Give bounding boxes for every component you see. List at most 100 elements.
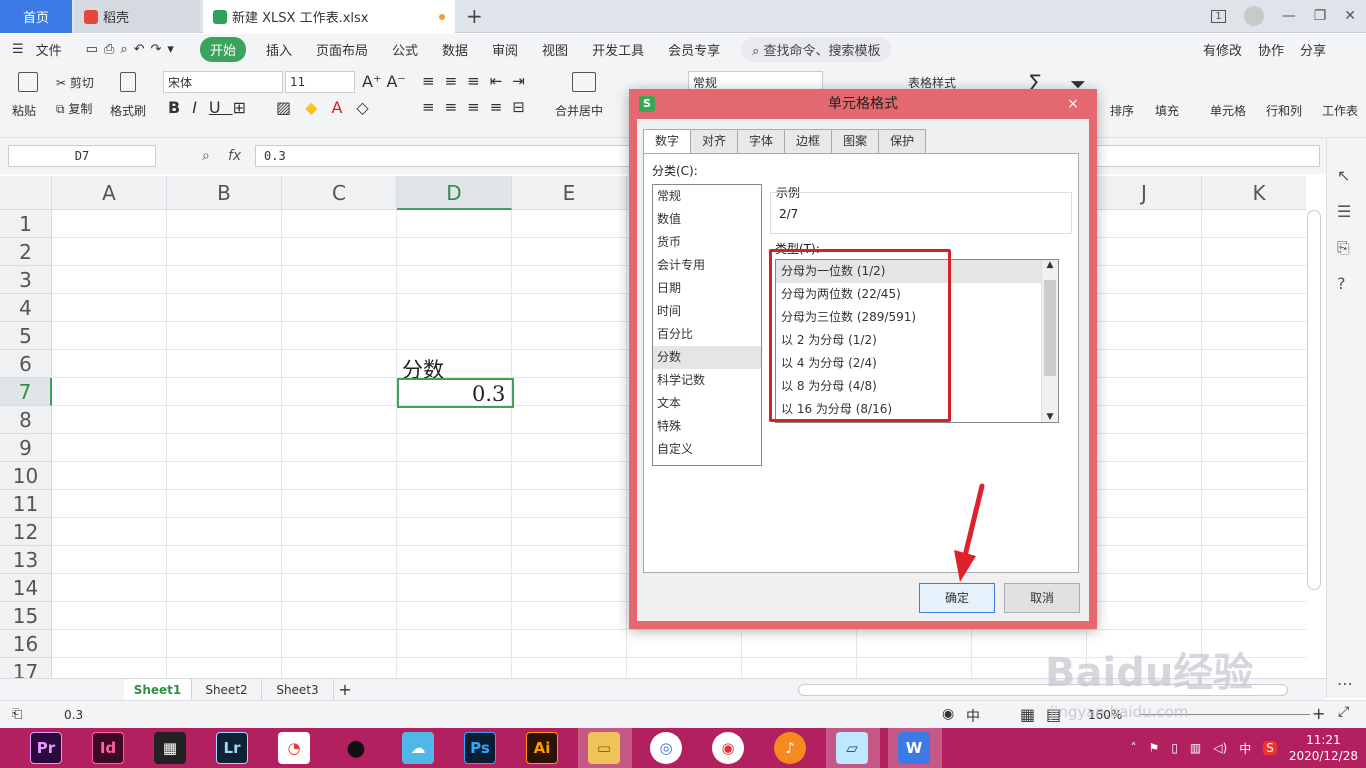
merge-center-button[interactable]: 合并居中 xyxy=(555,102,603,119)
row-header-2[interactable]: 2 xyxy=(0,238,52,266)
menu-formulas[interactable]: 公式 xyxy=(380,40,430,59)
row-header-11[interactable]: 11 xyxy=(0,490,52,518)
copy-button[interactable]: ⧉ 复制 xyxy=(56,100,92,117)
menu-data[interactable]: 数据 xyxy=(430,40,480,59)
menu-member[interactable]: 会员专享 xyxy=(656,40,732,59)
menu-insert[interactable]: 插入 xyxy=(254,40,304,59)
menu-review[interactable]: 审阅 xyxy=(480,40,530,59)
avatar-icon[interactable] xyxy=(1243,6,1264,26)
row-header-15[interactable]: 15 xyxy=(0,602,52,630)
hamburger-icon[interactable]: ☰ xyxy=(0,42,36,57)
fill-color-icons[interactable]: ▨◆A◇ xyxy=(276,98,383,117)
tab-alignment[interactable]: 对齐 xyxy=(690,129,739,153)
tab-font[interactable]: 字体 xyxy=(737,129,786,153)
font-style-icons[interactable]: BIU⊞ xyxy=(168,98,258,117)
tray-flag-icon[interactable]: ⚑ xyxy=(1149,741,1160,755)
menu-view[interactable]: 视图 xyxy=(530,40,580,59)
row-header-16[interactable]: 16 xyxy=(0,630,52,658)
type-list-scroll-thumb[interactable] xyxy=(1044,280,1056,376)
taskbar-lightroom[interactable]: Lr xyxy=(216,732,248,764)
taskbar-illustrator[interactable]: Ai xyxy=(526,732,558,764)
category-number[interactable]: 数值 xyxy=(653,208,761,231)
tray-volume-icon[interactable]: ◁) xyxy=(1213,741,1227,755)
category-time[interactable]: 时间 xyxy=(653,300,761,323)
add-sheet-button[interactable]: + xyxy=(336,679,354,701)
page-count-icon[interactable]: 1 xyxy=(1211,9,1226,23)
taskbar-wps-icon[interactable]: W xyxy=(898,732,930,764)
taskbar-notepad-icon[interactable]: ▱ xyxy=(836,732,868,764)
sort-button[interactable]: 排序 xyxy=(1110,102,1134,119)
sheet-tab-2[interactable]: Sheet2 xyxy=(192,679,262,701)
menu-home[interactable]: 开始 xyxy=(199,36,246,62)
tab-number[interactable]: 数字 xyxy=(643,129,692,154)
zoom-in-icon[interactable]: + xyxy=(1312,704,1325,723)
align-icons-top[interactable]: ≡≡≡⇤⇥ xyxy=(422,72,535,90)
align-icons-bottom[interactable]: ≡≡≡≡⊟ xyxy=(422,98,535,116)
category-accounting[interactable]: 会计专用 xyxy=(653,254,761,277)
scroll-up-icon[interactable]: ▲ xyxy=(1042,260,1058,270)
menu-developer[interactable]: 开发工具 xyxy=(580,40,656,59)
minimize-icon[interactable]: — xyxy=(1282,8,1296,24)
taskbar-chrome-icon[interactable]: ◉ xyxy=(712,732,744,764)
category-general[interactable]: 常规 xyxy=(653,185,761,208)
fill-button[interactable]: 填充 xyxy=(1155,102,1179,119)
select-all-corner[interactable] xyxy=(0,176,52,210)
tab-pattern[interactable]: 图案 xyxy=(831,129,880,153)
row-header-8[interactable]: 8 xyxy=(0,406,52,434)
cell-button[interactable]: 单元格 xyxy=(1210,102,1246,119)
taskbar-premiere[interactable]: Pr xyxy=(30,732,62,764)
category-special[interactable]: 特殊 xyxy=(653,415,761,438)
tray-clock[interactable]: 11:21 2020/12/28 xyxy=(1289,732,1358,764)
category-date[interactable]: 日期 xyxy=(653,277,761,300)
cursor-icon[interactable]: ↖ xyxy=(1337,166,1350,185)
column-header-d[interactable]: D xyxy=(397,176,512,210)
paste-button[interactable]: 粘贴 xyxy=(12,102,36,119)
row-header-12[interactable]: 12 xyxy=(0,518,52,546)
more-icon[interactable]: ⋯ xyxy=(1337,674,1353,693)
sheet-tab-3[interactable]: Sheet3 xyxy=(262,679,334,701)
taskbar-folder-icon[interactable]: ▭ xyxy=(588,732,620,764)
vertical-scrollbar[interactable] xyxy=(1307,210,1321,590)
row-header-3[interactable]: 3 xyxy=(0,266,52,294)
menu-page-layout[interactable]: 页面布局 xyxy=(304,40,380,59)
row-header-7[interactable]: 7 xyxy=(0,378,52,406)
row-header-5[interactable]: 5 xyxy=(0,322,52,350)
category-fraction[interactable]: 分数 xyxy=(653,346,761,369)
eye-icon[interactable]: ◉ xyxy=(942,706,954,722)
row-header-4[interactable]: 4 xyxy=(0,294,52,322)
tray-chevron-icon[interactable]: ˄ xyxy=(1131,741,1137,755)
category-list[interactable]: 常规 数值 货币 会计专用 日期 时间 百分比 分数 科学记数 文本 特殊 自定… xyxy=(652,184,762,466)
taskbar-qq-icon[interactable]: ● xyxy=(340,732,372,764)
collaborate-button[interactable]: 协作 xyxy=(1258,40,1284,59)
row-header-13[interactable]: 13 xyxy=(0,546,52,574)
tab-document[interactable]: 新建 XLSX 工作表.xlsx xyxy=(203,0,455,33)
file-menu[interactable]: 文件 xyxy=(36,40,74,59)
font-name-select[interactable]: 宋体 xyxy=(163,71,283,93)
tab-docer[interactable]: 稻壳 xyxy=(74,0,200,33)
modified-button[interactable]: 有修改 xyxy=(1203,40,1242,59)
taskbar-music-icon[interactable]: ♪ xyxy=(774,732,806,764)
sheet-tab-1[interactable]: Sheet1 xyxy=(124,679,192,701)
row-header-17[interactable]: 17 xyxy=(0,658,52,678)
column-header-a[interactable]: A xyxy=(52,176,167,210)
row-col-button[interactable]: 行和列 xyxy=(1266,102,1302,119)
taskbar-video-icon[interactable]: ▦ xyxy=(154,732,186,764)
cut-button[interactable]: ✂ 剪切 xyxy=(56,74,94,91)
font-size-select[interactable]: 11 xyxy=(285,71,355,93)
taskbar-search-icon[interactable]: ◎ xyxy=(650,732,682,764)
category-currency[interactable]: 货币 xyxy=(653,231,761,254)
fx-icon[interactable]: fx xyxy=(228,148,241,164)
taskbar-browser-icon[interactable]: ◔ xyxy=(278,732,310,764)
category-text[interactable]: 文本 xyxy=(653,392,761,415)
column-header-b[interactable]: B xyxy=(167,176,282,210)
quick-access-icons[interactable]: ▭⎙⌕↶↷▾ xyxy=(74,42,192,57)
column-header-j[interactable]: J xyxy=(1087,176,1202,210)
scroll-down-icon[interactable]: ▼ xyxy=(1042,412,1058,422)
category-percentage[interactable]: 百分比 xyxy=(653,323,761,346)
row-header-10[interactable]: 10 xyxy=(0,462,52,490)
taskbar-photoshop[interactable]: Ps xyxy=(464,732,496,764)
format-icon[interactable]: ⎘ xyxy=(1337,238,1350,258)
zoom-formula-icon[interactable]: ⌕ xyxy=(202,148,210,164)
name-box[interactable]: D7 xyxy=(8,145,156,167)
taskbar-cloud-icon[interactable]: ☁ xyxy=(402,732,434,764)
